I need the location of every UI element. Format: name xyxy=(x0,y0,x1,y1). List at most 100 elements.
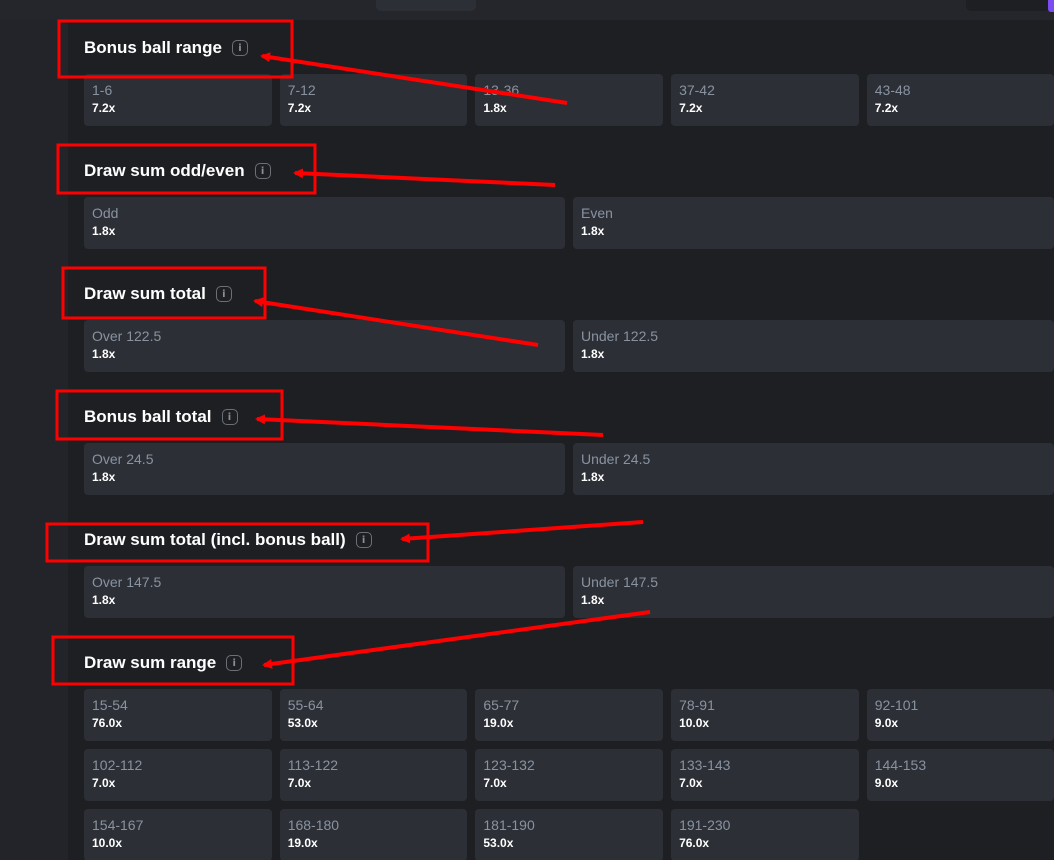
option-label: 144-153 xyxy=(874,757,927,773)
section-title: Bonus ball range i xyxy=(84,38,248,58)
left-sidebar xyxy=(0,20,68,860)
option-odds: 76.0x xyxy=(92,716,123,730)
bet-option[interactable]: 102-112 7.0x xyxy=(84,749,272,801)
section-title: Draw sum range i xyxy=(84,653,243,673)
option-odds: 1.8x xyxy=(581,347,605,361)
bet-option[interactable]: 13-36 1.8x xyxy=(475,74,664,126)
section-title-text: Bonus ball total xyxy=(84,407,212,426)
option-label: 102-112 xyxy=(92,757,143,773)
info-icon[interactable]: i xyxy=(254,163,271,179)
option-label: 154-167 xyxy=(92,817,144,833)
option-odds: 1.8x xyxy=(581,470,605,484)
option-label: 123-132 xyxy=(483,757,535,773)
bet-option[interactable]: 123-132 7.0x xyxy=(475,749,664,801)
bet-option[interactable]: 144-153 9.0x xyxy=(866,749,1054,801)
bet-option[interactable]: Under 147.5 1.8x xyxy=(573,566,1054,618)
section-title-text: Draw sum range xyxy=(84,653,217,672)
info-icon[interactable]: i xyxy=(221,409,238,425)
info-icon[interactable]: i xyxy=(231,40,248,56)
bet-option[interactable]: Over 147.5 1.8x xyxy=(84,566,565,618)
option-odds: 7.0x xyxy=(92,776,116,790)
option-odds: 1.8x xyxy=(581,593,605,607)
option-label: 37-42 xyxy=(679,82,715,98)
top-bar-control[interactable] xyxy=(966,0,1050,11)
bet-option[interactable]: 65-77 19.0x xyxy=(475,689,664,741)
option-label: 78-91 xyxy=(679,697,715,713)
info-icon[interactable]: i xyxy=(215,286,232,302)
bet-option[interactable]: 181-190 53.0x xyxy=(475,809,664,860)
bet-option[interactable]: Odd 1.8x xyxy=(84,197,565,249)
options-grid: 15-54 76.0x 55-64 53.0x 65-77 19.0x 78-91 10… xyxy=(84,689,1054,860)
section-title: Draw sum odd/even i xyxy=(84,161,271,181)
option-label: Over 122.5 xyxy=(92,328,162,344)
section-title-text: Draw sum total (incl. bonus ball) xyxy=(84,530,346,549)
option-odds: 1.8x xyxy=(92,470,116,484)
option-label: 181-190 xyxy=(483,817,535,833)
option-label: Even xyxy=(581,205,613,221)
option-label: 113-122 xyxy=(287,757,339,773)
annotation-arrow xyxy=(400,520,644,544)
annotation-arrow xyxy=(255,414,604,437)
option-odds: 7.0x xyxy=(287,776,312,790)
options-grid: Over 122.5 1.8x Under 122.5 1.8x xyxy=(84,320,1054,372)
option-odds: 7.0x xyxy=(679,776,703,790)
section-title-text: Draw sum odd/even xyxy=(84,161,245,180)
option-label: 15-54 xyxy=(92,697,128,713)
annotation-arrow xyxy=(293,168,556,187)
bet-option[interactable]: Under 122.5 1.8x xyxy=(573,320,1054,372)
section-title-text: Draw sum total xyxy=(84,284,206,303)
top-bar-tab[interactable] xyxy=(376,0,476,11)
section-title: Bonus ball total i xyxy=(84,407,238,427)
option-label: Odd xyxy=(92,205,119,221)
option-odds: 53.0x xyxy=(287,716,318,730)
bet-option[interactable]: 113-122 7.0x xyxy=(279,749,468,801)
bet-option[interactable]: Over 24.5 1.8x xyxy=(84,443,565,495)
option-odds: 1.8x xyxy=(92,224,116,238)
bet-option[interactable]: 1-6 7.2x xyxy=(84,74,272,126)
bet-option[interactable]: Under 24.5 1.8x xyxy=(573,443,1054,495)
bet-option[interactable]: 43-48 7.2x xyxy=(866,74,1054,126)
option-odds: 1.8x xyxy=(92,347,116,361)
option-label: 7-12 xyxy=(287,82,316,98)
section-title: Draw sum total (incl. bonus ball) i xyxy=(84,530,372,550)
option-odds: 7.2x xyxy=(92,101,116,115)
info-icon[interactable]: i xyxy=(226,655,243,671)
option-odds: 1.8x xyxy=(483,101,507,115)
section-title-text: Bonus ball range xyxy=(84,38,222,57)
bet-option[interactable]: 55-64 53.0x xyxy=(279,689,468,741)
option-odds: 10.0x xyxy=(679,716,710,730)
bet-option[interactable]: 168-180 19.0x xyxy=(279,809,468,860)
option-odds: 7.2x xyxy=(679,101,703,115)
accent-indicator xyxy=(1048,0,1054,12)
option-label: Under 147.5 xyxy=(581,574,659,590)
bet-option[interactable]: Even 1.8x xyxy=(573,197,1054,249)
option-odds: 9.0x xyxy=(874,716,899,730)
options-grid: Over 147.5 1.8x Under 147.5 1.8x xyxy=(84,566,1054,618)
bet-option[interactable]: 133-143 7.0x xyxy=(671,749,859,801)
option-label: 168-180 xyxy=(287,817,340,833)
option-label: Over 147.5 xyxy=(92,574,162,590)
option-label: 1-6 xyxy=(92,82,113,98)
option-label: 65-77 xyxy=(483,697,520,713)
option-odds: 9.0x xyxy=(874,776,899,790)
option-label: 92-101 xyxy=(874,697,919,713)
bet-option[interactable]: 15-54 76.0x xyxy=(84,689,272,741)
bet-option[interactable]: 7-12 7.2x xyxy=(279,74,468,126)
option-odds: 19.0x xyxy=(483,716,514,730)
info-icon[interactable]: i xyxy=(355,532,372,548)
bet-option[interactable]: 92-101 9.0x xyxy=(866,689,1054,741)
options-grid: Over 24.5 1.8x Under 24.5 1.8x xyxy=(84,443,1054,495)
option-label: Under 24.5 xyxy=(581,451,651,467)
bet-option[interactable]: 154-167 10.0x xyxy=(84,809,272,860)
option-label: 13-36 xyxy=(483,82,520,98)
bet-option[interactable]: 78-91 10.0x xyxy=(671,689,859,741)
bet-option[interactable]: 191-230 76.0x xyxy=(671,809,859,860)
bet-option[interactable]: Over 122.5 1.8x xyxy=(84,320,565,372)
top-bar xyxy=(0,0,1054,20)
bet-option[interactable]: 37-42 7.2x xyxy=(671,74,859,126)
option-odds: 76.0x xyxy=(679,836,710,850)
option-odds: 7.0x xyxy=(483,776,507,790)
option-label: 55-64 xyxy=(287,697,324,713)
option-odds: 53.0x xyxy=(483,836,514,850)
options-grid: 1-6 7.2x 7-12 7.2x 13-36 1.8x 37-42 7.2x 43-… xyxy=(84,74,1054,126)
